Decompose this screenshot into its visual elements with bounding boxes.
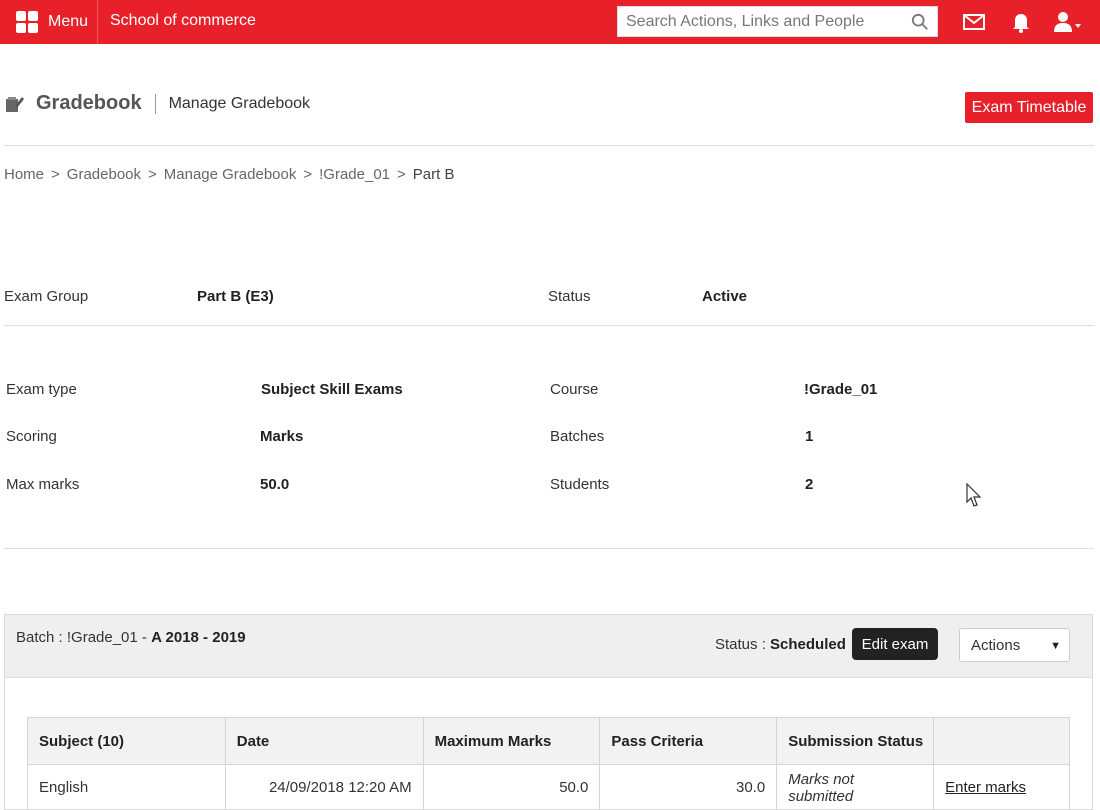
school-name[interactable]: School of commerce — [110, 12, 256, 30]
breadcrumb-gradebook[interactable]: Gradebook — [67, 166, 141, 183]
mail-icon[interactable] — [962, 10, 986, 34]
column-header — [933, 717, 1070, 765]
search-icon[interactable] — [911, 13, 929, 31]
breadcrumb-grade[interactable]: !Grade_01 — [319, 166, 390, 183]
top-navbar: Menu School of commerce — [0, 0, 1100, 44]
table-header-row: Subject (10) Date Maximum Marks Pass Cri… — [27, 717, 1070, 765]
batch-panel: Batch : !Grade_01 - A 2018 - 2019 Status… — [4, 614, 1093, 810]
exam-group-value: Part B (E3) — [197, 288, 274, 305]
exam-type-label: Exam type — [6, 381, 77, 398]
column-header: Submission Status — [776, 717, 935, 765]
divider — [4, 145, 1094, 146]
column-header: Date — [224, 717, 424, 765]
bell-icon[interactable] — [1009, 10, 1033, 34]
table-row: English 24/09/2018 12:20 AM 50.0 30.0 Ma… — [27, 764, 1070, 810]
action-cell: Enter marks — [933, 764, 1070, 810]
exam-group-label: Exam Group — [4, 288, 89, 305]
date-cell: 24/09/2018 12:20 AM — [224, 764, 424, 810]
students-label: Students — [550, 476, 610, 493]
title-divider — [154, 93, 156, 114]
menu-label: Menu — [48, 13, 89, 30]
apps-grid-icon — [16, 11, 38, 33]
enter-marks-link[interactable]: Enter marks — [945, 779, 1026, 796]
divider — [4, 548, 1094, 549]
breadcrumb-separator: > — [51, 166, 60, 183]
user-icon[interactable] — [1052, 10, 1082, 34]
course-label: Course — [550, 381, 599, 398]
breadcrumb-separator: > — [397, 166, 406, 183]
column-header: Pass Criteria — [599, 717, 778, 765]
max-marks-label: Max marks — [6, 476, 80, 493]
pass-criteria-cell: 30.0 — [599, 764, 778, 810]
actions-dropdown-label: Actions — [971, 636, 1021, 654]
gradebook-icon — [6, 96, 24, 112]
page-header: Gradebook Manage Gradebook — [4, 92, 310, 115]
submission-status-cell: Marks not submitted — [776, 764, 935, 810]
search-input[interactable] — [618, 7, 898, 36]
scoring-label: Scoring — [6, 428, 57, 445]
subject-cell: English — [27, 764, 226, 810]
caret-down-icon: ▼ — [1050, 640, 1061, 652]
breadcrumb-separator: > — [148, 166, 157, 183]
actions-dropdown[interactable]: Actions ▼ — [959, 628, 1070, 662]
batch-status-label: Status : — [715, 636, 771, 653]
batch-prefix: Batch : !Grade_01 - — [16, 629, 152, 646]
batch-title: Batch : !Grade_01 - A 2018 - 2019 — [16, 629, 246, 646]
batches-value: 1 — [805, 428, 814, 445]
breadcrumb-separator: > — [303, 166, 313, 183]
scoring-value: Marks — [260, 428, 304, 445]
mouse-cursor-icon — [966, 483, 982, 507]
menu-button[interactable]: Menu — [0, 0, 98, 44]
divider — [4, 325, 1094, 326]
course-value: !Grade_01 — [804, 381, 878, 398]
page-subtitle: Manage Gradebook — [168, 94, 311, 112]
batch-status: Status : Scheduled — [715, 636, 846, 653]
batches-label: Batches — [550, 428, 605, 445]
max-marks-value: 50.0 — [260, 476, 290, 493]
max-marks-cell: 50.0 — [422, 764, 601, 810]
batch-status-value: Scheduled — [770, 636, 846, 653]
edit-exam-button[interactable]: Edit exam — [852, 628, 938, 660]
column-header: Subject (10) — [27, 717, 226, 765]
batch-header: Batch : !Grade_01 - A 2018 - 2019 Status… — [5, 615, 1092, 678]
page-title: Gradebook — [36, 92, 142, 114]
students-value: 2 — [805, 476, 814, 493]
batch-name: A 2018 - 2019 — [151, 629, 246, 646]
column-header: Maximum Marks — [422, 717, 601, 765]
breadcrumb-current: Part B — [412, 166, 455, 183]
breadcrumb: Home > Gradebook > Manage Gradebook > !G… — [4, 166, 454, 183]
breadcrumb-manage-gradebook[interactable]: Manage Gradebook — [164, 166, 297, 183]
search-box — [617, 6, 938, 37]
exam-timetable-button[interactable]: Exam Timetable — [965, 92, 1093, 123]
status-value: Active — [702, 288, 748, 305]
breadcrumb-home[interactable]: Home — [4, 166, 44, 183]
subjects-table: Subject (10) Date Maximum Marks Pass Cri… — [27, 717, 1070, 810]
status-label: Status — [548, 288, 591, 305]
exam-type-value: Subject Skill Exams — [261, 381, 403, 398]
